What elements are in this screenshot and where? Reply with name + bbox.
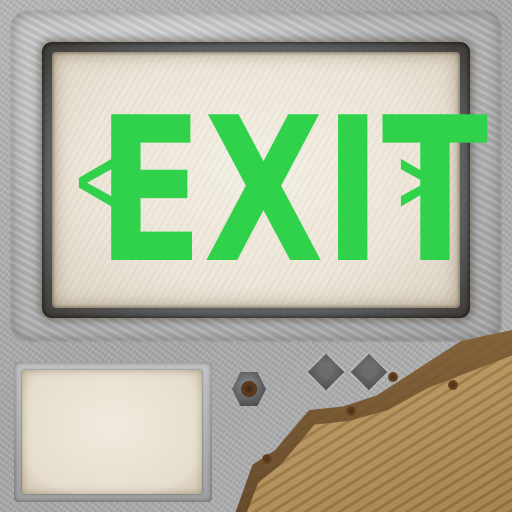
right-arrow-icon: > (394, 131, 439, 229)
nut-hole (241, 381, 257, 397)
blank-plate (22, 370, 202, 494)
exit-sign-panel: < EXIT > (52, 52, 489, 308)
texture-atlas: < EXIT > (0, 0, 512, 512)
wood-peg (448, 380, 458, 390)
wood-peg (262, 454, 272, 464)
wood-peg (346, 406, 356, 416)
exit-label: EXIT (96, 75, 489, 308)
wood-peg (388, 372, 398, 382)
